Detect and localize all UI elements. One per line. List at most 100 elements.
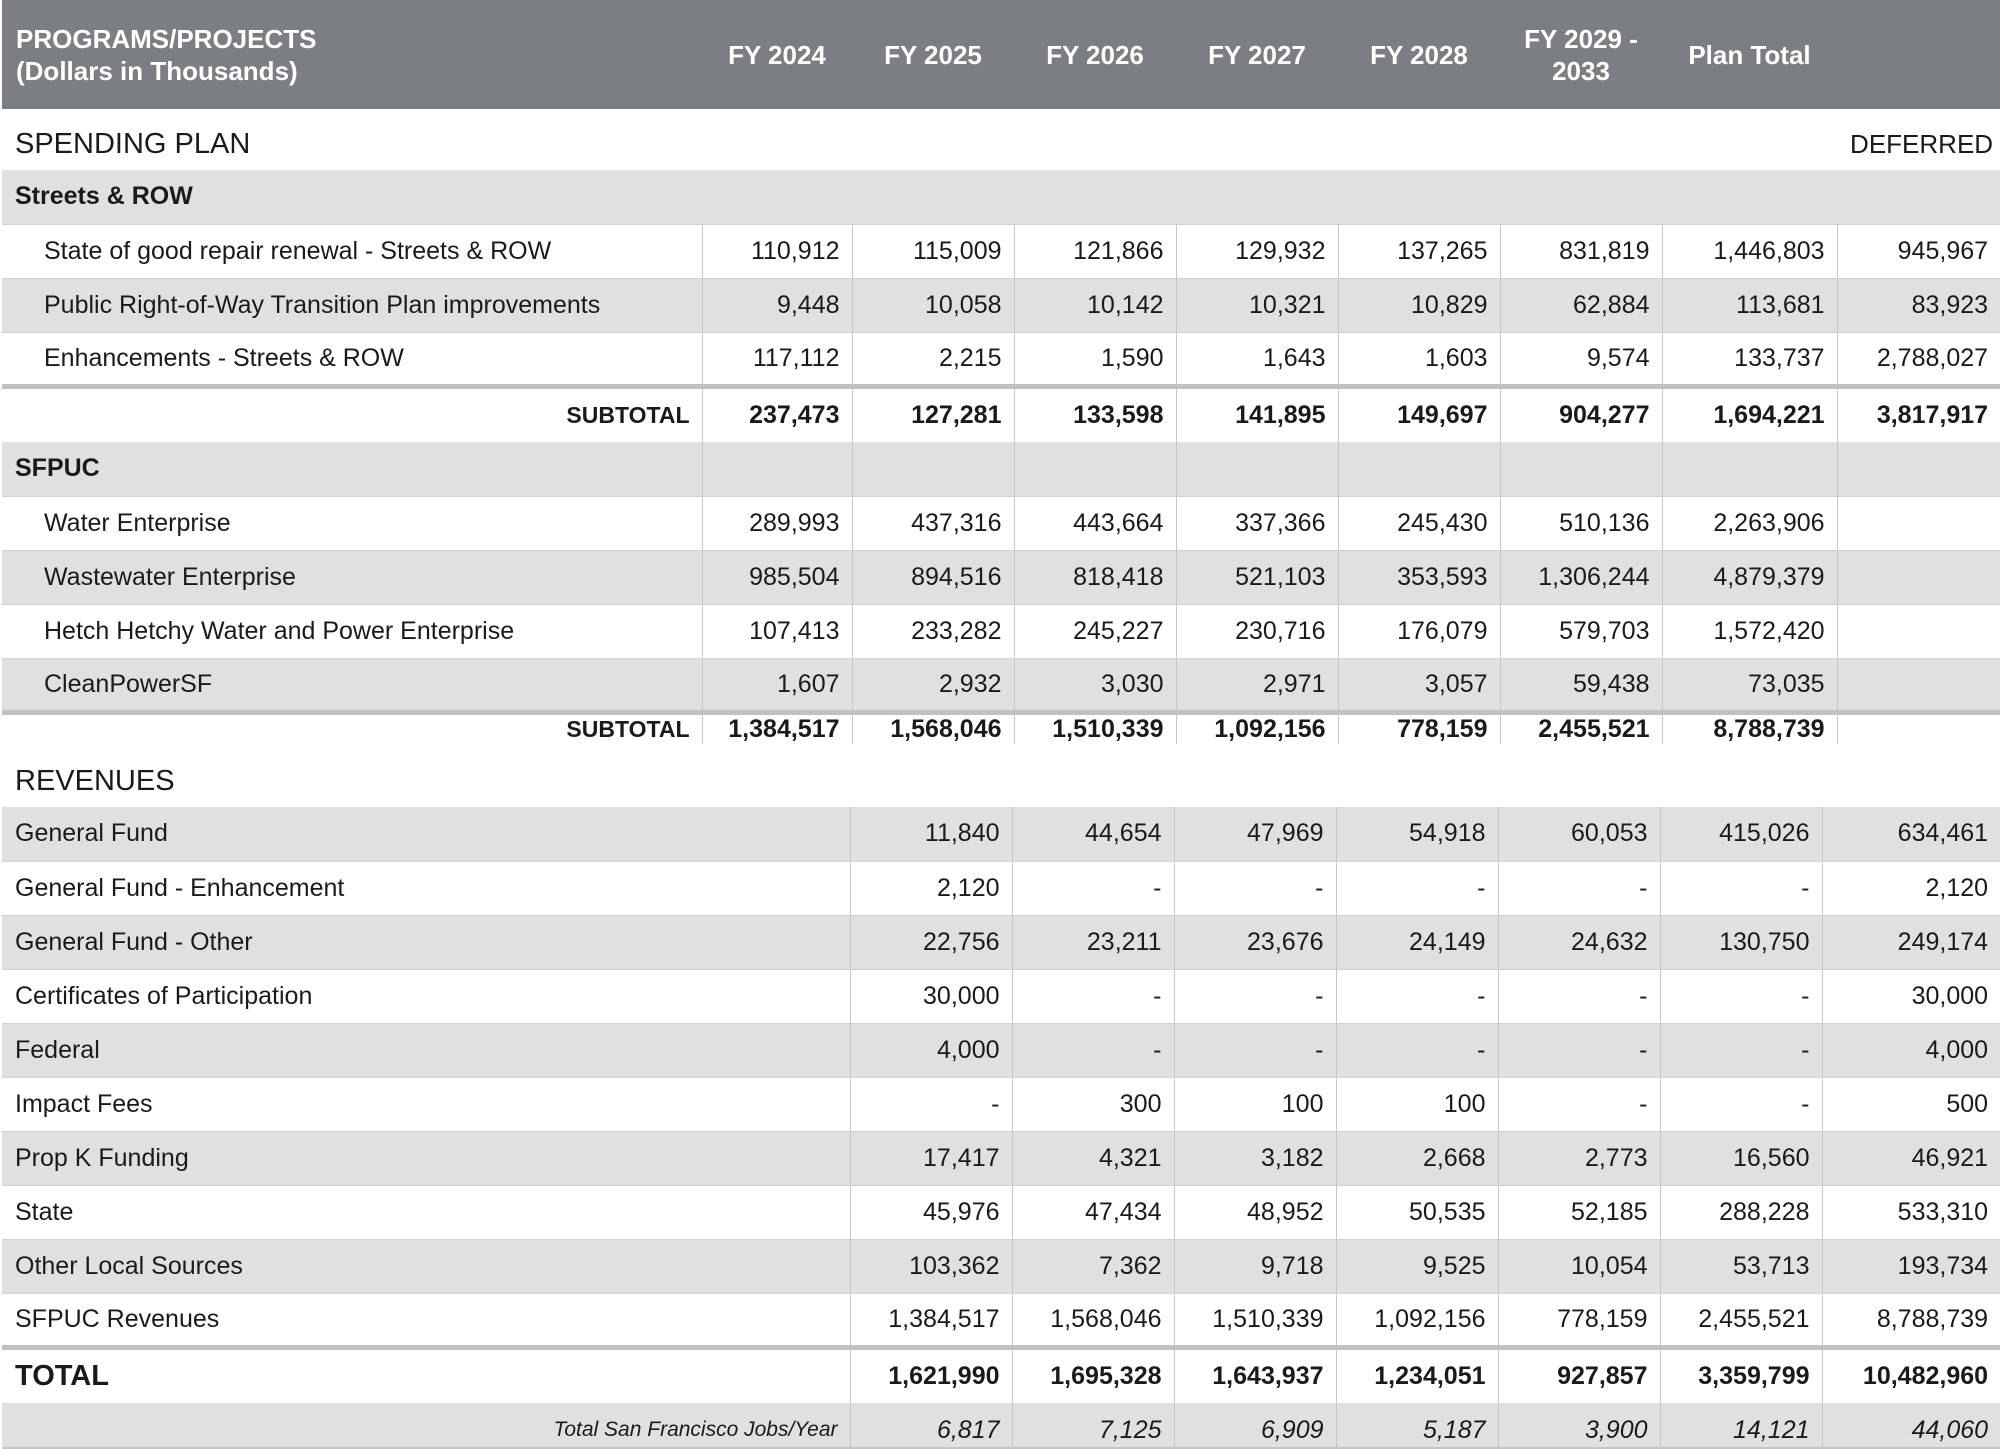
cell: 149,697 <box>1337 383 1500 442</box>
cell: 230,716 <box>1175 604 1338 659</box>
table-row: General Fund - Other 22,756 23,211 23,67… <box>2 915 2000 970</box>
cell: 337,366 <box>1175 496 1338 551</box>
cell: 47,434 <box>1011 1185 1174 1240</box>
deferred-header-blank <box>1837 0 2000 109</box>
cell: 24,149 <box>1335 915 1498 970</box>
total-label: TOTAL <box>2 1344 850 1403</box>
cell: 300 <box>1011 1077 1174 1132</box>
cell: - <box>1335 861 1498 916</box>
cell: - <box>1011 861 1174 916</box>
row-label: Water Enterprise <box>2 496 702 551</box>
cell: 778,159 <box>1497 1293 1660 1348</box>
cell: 443,664 <box>1013 496 1176 551</box>
row-label: State of good repair renewal - Streets &… <box>2 224 702 279</box>
spending-plan-table: SPENDING PLAN DEFERRED Streets & ROW Sta… <box>2 118 2000 744</box>
cell: 1,384,517 <box>701 709 852 744</box>
table-row: Impact Fees - 300 100 100 - - 500 <box>2 1077 2000 1132</box>
cell: 129,932 <box>1175 224 1338 279</box>
cell: 45,976 <box>849 1185 1012 1240</box>
subtotal-label: SUBTOTAL <box>2 383 702 442</box>
deferred-label: DEFERRED <box>1837 118 2000 170</box>
cell: 10,829 <box>1337 278 1500 333</box>
cell: - <box>1335 1023 1498 1078</box>
cell: - <box>1173 861 1336 916</box>
streets-group-label: Streets & ROW <box>2 170 2000 225</box>
cell: 4,321 <box>1011 1131 1174 1186</box>
table-row: Other Local Sources 103,362 7,362 9,718 … <box>2 1239 2000 1294</box>
cell: - <box>1659 1077 1822 1132</box>
table-row: Wastewater Enterprise 985,504 894,516 81… <box>2 550 2000 605</box>
cell: 121,866 <box>1013 224 1176 279</box>
row-label: Public Right-of-Way Transition Plan impr… <box>2 278 702 333</box>
cell: 904,277 <box>1499 383 1662 442</box>
cell: 437,316 <box>851 496 1014 551</box>
cell: 193,734 <box>1821 1239 2000 1294</box>
cell: 16,560 <box>1659 1131 1822 1186</box>
cell: 778,159 <box>1337 709 1500 744</box>
total-row: TOTAL 1,621,990 1,695,328 1,643,937 1,23… <box>2 1344 2000 1403</box>
cell: 30,000 <box>1821 969 2000 1024</box>
cell: 176,079 <box>1337 604 1500 659</box>
cell: 30,000 <box>849 969 1012 1024</box>
cell: 1,603 <box>1337 332 1500 387</box>
cell: 1,384,517 <box>849 1293 1012 1348</box>
cell: - <box>1659 861 1822 916</box>
cell: 127,281 <box>851 383 1014 442</box>
table-row: State of good repair renewal - Streets &… <box>2 224 2000 279</box>
cell: 245,227 <box>1013 604 1176 659</box>
cell: - <box>1173 1023 1336 1078</box>
row-label: General Fund - Other <box>2 915 850 970</box>
cell: 6,909 <box>1173 1403 1336 1449</box>
cell: 1,694,221 <box>1661 383 1838 442</box>
cell: 14,121 <box>1659 1403 1822 1449</box>
row-label: General Fund <box>2 807 850 862</box>
cell: 1,568,046 <box>1011 1293 1174 1348</box>
cell: 818,418 <box>1013 550 1176 605</box>
cell: 288,228 <box>1659 1185 1822 1240</box>
subtotal-label: SUBTOTAL <box>2 709 702 744</box>
cell: 23,676 <box>1173 915 1336 970</box>
cell: 100 <box>1335 1077 1498 1132</box>
cell: 521,103 <box>1175 550 1338 605</box>
cell <box>1836 709 2000 744</box>
cell: 117,112 <box>701 332 852 387</box>
cell: 1,590 <box>1013 332 1176 387</box>
cell: - <box>849 1077 1012 1132</box>
table-header: PROGRAMS/PROJECTS (Dollars in Thousands)… <box>2 0 2000 109</box>
cell: 1,092,156 <box>1335 1293 1498 1348</box>
cell: 83,923 <box>1836 278 2000 333</box>
cell: 249,174 <box>1821 915 2000 970</box>
cell: 8,788,739 <box>1821 1293 2000 1348</box>
cell: 17,417 <box>849 1131 1012 1186</box>
cell <box>1836 550 2000 605</box>
cell: - <box>1497 1077 1660 1132</box>
cell: 2,215 <box>851 332 1014 387</box>
cell: 10,482,960 <box>1821 1344 2000 1403</box>
cell: 6,817 <box>849 1403 1012 1449</box>
fy2027-header: FY 2027 <box>1176 0 1338 109</box>
table-row: SFPUC Revenues 1,384,517 1,568,046 1,510… <box>2 1293 2000 1348</box>
table-row: Certificates of Participation 30,000 - -… <box>2 969 2000 1024</box>
cell: 73,035 <box>1661 658 1838 713</box>
cell: 54,918 <box>1335 807 1498 862</box>
table-row: General Fund 11,840 44,654 47,969 54,918… <box>2 807 2000 862</box>
cell: 2,455,521 <box>1499 709 1662 744</box>
cell: 7,125 <box>1011 1403 1174 1449</box>
cell: 3,030 <box>1013 658 1176 713</box>
capital-plan-page: PROGRAMS/PROJECTS (Dollars in Thousands)… <box>0 0 2000 1449</box>
revenues-table: REVENUES General Fund 11,840 44,654 47,9… <box>2 755 2000 1449</box>
cell <box>1836 496 2000 551</box>
cell: 9,525 <box>1335 1239 1498 1294</box>
cell: 1,643,937 <box>1173 1344 1336 1403</box>
cell: 1,234,051 <box>1335 1344 1498 1403</box>
cell: 10,142 <box>1013 278 1176 333</box>
cell: 2,788,027 <box>1836 332 2000 387</box>
cell: 2,971 <box>1175 658 1338 713</box>
cell: 4,879,379 <box>1661 550 1838 605</box>
cell: 1,446,803 <box>1661 224 1838 279</box>
cell: - <box>1497 969 1660 1024</box>
cell: - <box>1497 861 1660 916</box>
cell: 2,668 <box>1335 1131 1498 1186</box>
cell: 24,632 <box>1497 915 1660 970</box>
cell: 7,362 <box>1011 1239 1174 1294</box>
